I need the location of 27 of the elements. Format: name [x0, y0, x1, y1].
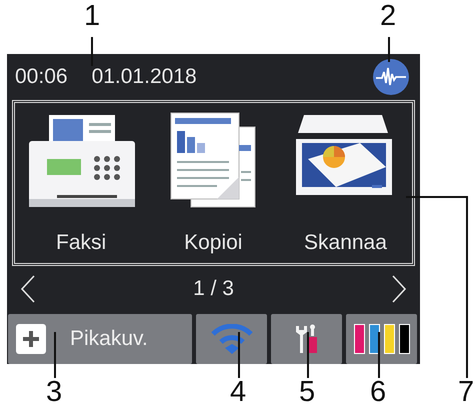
callout-number: 1 [84, 2, 100, 31]
tools-icon [294, 324, 320, 354]
callout-number: 5 [299, 378, 316, 407]
page-indicator: 1 / 3 [193, 276, 234, 302]
callout-number: 7 [458, 378, 474, 407]
time-text: 00:06 [15, 64, 68, 90]
leader-line [307, 332, 309, 378]
callout-number: 2 [380, 2, 396, 31]
leader-line [388, 37, 390, 62]
scan-tile[interactable]: Skannaa [279, 103, 412, 263]
leader-line [91, 37, 93, 66]
next-page-icon[interactable] [392, 275, 406, 303]
callout-number: 6 [370, 378, 386, 407]
shortcut-button[interactable]: Pikakuv. [8, 314, 192, 364]
previous-page-icon[interactable] [21, 275, 35, 303]
copy-tile[interactable]: Kopioi [147, 103, 280, 263]
leader-line [378, 332, 380, 378]
settings-button[interactable] [271, 314, 342, 364]
fax-tile[interactable]: Faksi [15, 103, 148, 263]
callout-number: 3 [46, 378, 62, 407]
plus-icon [23, 331, 39, 347]
wifi-icon [210, 324, 254, 354]
callout-number: 4 [230, 378, 246, 407]
date-text: 01.01.2018 [92, 64, 197, 90]
leader-line [54, 332, 56, 378]
ink-button[interactable] [346, 314, 417, 364]
leader-line [238, 332, 240, 378]
